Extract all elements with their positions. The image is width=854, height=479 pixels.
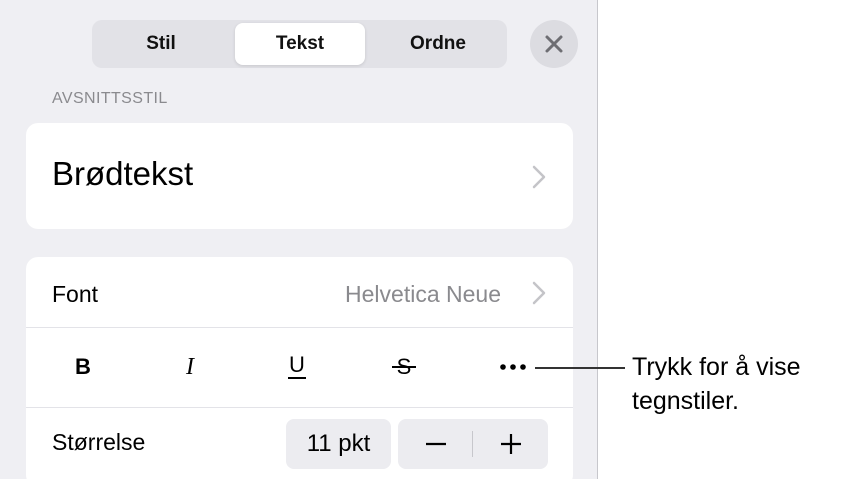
svg-text:I: I	[185, 355, 195, 379]
underline-icon: U	[288, 353, 306, 379]
bold-button[interactable]: B	[43, 327, 123, 407]
font-size-stepper	[398, 419, 548, 469]
tab-tekst[interactable]: Tekst	[235, 23, 365, 65]
strikethrough-button[interactable]: S	[364, 327, 444, 407]
paragraph-style-row[interactable]: Brødtekst	[26, 123, 573, 229]
bold-icon: B	[75, 355, 91, 379]
paragraph-style-value: Brødtekst	[52, 155, 194, 192]
tab-ordne[interactable]: Ordne	[373, 23, 503, 65]
close-button[interactable]	[530, 20, 578, 68]
italic-icon: I	[185, 355, 195, 379]
segmented-control: Stil Tekst Ordne	[92, 20, 507, 68]
size-label: Størrelse	[52, 429, 146, 455]
font-row[interactable]: Font Helvetica Neue	[26, 257, 573, 327]
callout-line	[535, 367, 625, 369]
strikethrough-icon: S	[392, 355, 416, 379]
font-size-value[interactable]: 11 pkt	[286, 419, 391, 469]
chevron-right-icon	[532, 165, 546, 189]
minus-icon	[425, 442, 446, 446]
chevron-right-icon	[532, 281, 546, 305]
svg-text:B: B	[75, 355, 91, 379]
decrease-size-button[interactable]	[398, 419, 473, 469]
section-label-paragraph-style: AVSNITTSSTIL	[52, 90, 168, 107]
close-icon	[545, 35, 563, 53]
italic-button[interactable]: I	[150, 327, 230, 407]
divider	[26, 407, 573, 408]
callout-text: Trykk for å vise tegnstiler.	[632, 353, 801, 415]
more-icon	[500, 364, 526, 370]
font-label: Font	[52, 281, 99, 307]
plus-icon	[500, 434, 521, 454]
format-panel: Stil Tekst Ordne AVSNITTSSTIL Brødtekst …	[0, 0, 598, 479]
increase-size-button[interactable]	[473, 419, 548, 469]
svg-text:U: U	[289, 353, 305, 377]
tab-stil[interactable]: Stil	[96, 23, 226, 65]
font-value: Helvetica Neue	[345, 281, 501, 307]
text-format-card: Font Helvetica Neue B I U S Størrelse 11…	[26, 257, 573, 479]
underline-button[interactable]: U	[257, 327, 337, 407]
